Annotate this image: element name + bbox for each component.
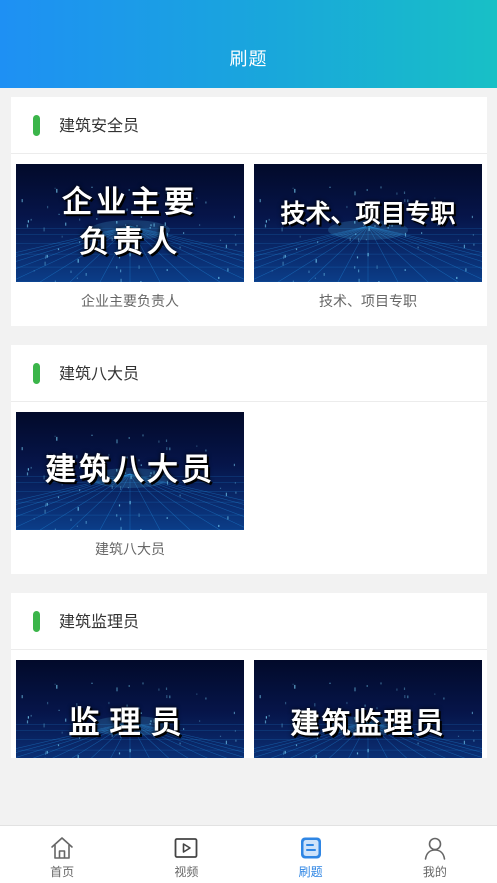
section-eight-officers: 建筑八大员 建筑八大员 建筑八大员 (11, 345, 487, 574)
course-thumbnail[interactable]: 监理员 (16, 660, 244, 758)
section-safety-officer: 建筑安全员 企业主要 负责人 企业主要负责人 技术、项目专职 技术、项目专职 (11, 97, 487, 326)
page-title: 刷题 (229, 49, 268, 70)
tab-profile[interactable]: 我的 (373, 826, 497, 883)
thumbnail-title: 建筑八大员 (45, 452, 215, 489)
section-title: 建筑八大员 (59, 364, 140, 383)
tab-quiz[interactable]: 刷题 (249, 826, 373, 883)
section-header: 建筑八大员 (11, 345, 487, 402)
section-accent-bar (33, 115, 40, 136)
tab-video[interactable]: 视频 (124, 826, 248, 883)
course-thumbnail[interactable]: 技术、项目专职 (254, 164, 482, 282)
section-title: 建筑监理员 (59, 612, 140, 631)
home-icon (51, 837, 73, 859)
thumbnail-title: 企业主要 负责人 (62, 184, 198, 261)
course-caption: 企业主要负责人 (81, 294, 179, 310)
course-card-principal[interactable]: 企业主要 负责人 企业主要负责人 (16, 164, 244, 311)
course-caption: 建筑八大员 (95, 542, 165, 558)
tab-label: 视频 (174, 865, 199, 879)
video-icon (174, 838, 198, 858)
thumbnail-title: 技术、项目专职 (280, 199, 456, 229)
section-header: 建筑安全员 (11, 97, 487, 154)
section-supervisor: 建筑监理员 监理员 建筑监理员 (11, 593, 487, 758)
course-card-building-supervisor[interactable]: 建筑监理员 (254, 660, 482, 758)
course-caption: 技术、项目专职 (319, 294, 417, 310)
tab-label: 我的 (422, 865, 447, 879)
app-header: 刷题 (0, 0, 497, 88)
user-icon (424, 837, 446, 860)
course-card-eight-officers[interactable]: 建筑八大员 建筑八大员 (16, 412, 244, 559)
thumbnail-title: 建筑监理员 (290, 706, 446, 741)
content-scroll-area[interactable]: 建筑安全员 企业主要 负责人 企业主要负责人 技术、项目专职 技术、项目专职 建… (0, 88, 497, 758)
section-accent-bar (33, 611, 40, 632)
course-card-technical[interactable]: 技术、项目专职 技术、项目专职 (254, 164, 482, 311)
tab-home[interactable]: 首页 (0, 826, 124, 883)
course-card-supervisor[interactable]: 监理员 (16, 660, 244, 758)
thumbnail-title: 监理员 (68, 705, 192, 742)
course-thumbnail[interactable]: 建筑监理员 (254, 660, 482, 758)
quiz-icon (300, 837, 321, 859)
course-thumbnail[interactable]: 企业主要 负责人 (16, 164, 244, 282)
bottom-tab-bar: 首页 视频 刷题 我的 (0, 825, 497, 883)
section-title: 建筑安全员 (59, 116, 140, 135)
tab-label: 刷题 (298, 865, 323, 879)
course-thumbnail[interactable]: 建筑八大员 (16, 412, 244, 530)
tab-label: 首页 (50, 865, 75, 879)
section-accent-bar (33, 363, 40, 384)
section-header: 建筑监理员 (11, 593, 487, 650)
